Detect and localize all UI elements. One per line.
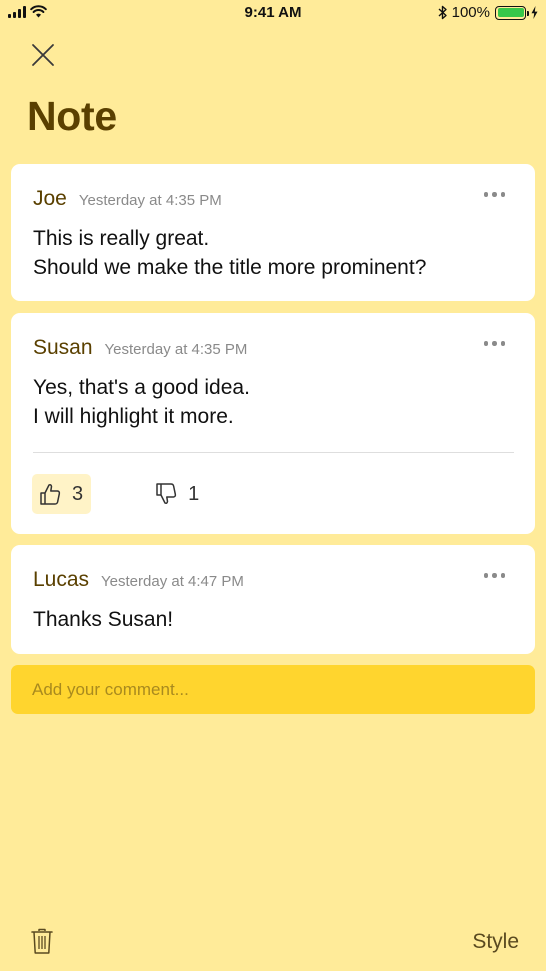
comment-body: Thanks Susan! [33, 605, 173, 634]
like-count: 3 [72, 482, 84, 505]
bluetooth-icon [438, 5, 447, 20]
comment-input[interactable] [32, 679, 514, 700]
page-title: Note [27, 93, 117, 139]
battery-fill [497, 8, 524, 17]
like-button[interactable]: 3 [32, 474, 92, 514]
status-bar: 9:41 AM 100% [0, 0, 546, 28]
dislike-count: 1 [188, 482, 200, 505]
comment-header: Susan Yesterday at 4:35 PM [33, 336, 247, 360]
comment-composer [11, 665, 535, 714]
thumbs-down-icon [156, 483, 177, 505]
comment-line: Yes, that's a good idea. [33, 376, 250, 399]
battery-icon [495, 5, 529, 20]
more-options-icon[interactable] [483, 341, 505, 346]
note-screen: 9:41 AM 100% Note Joe Yesterday at 4:35 … [0, 0, 546, 971]
comment-body: This is really great. Should we make the… [33, 224, 426, 282]
comment-line: I will highlight it more. [33, 405, 234, 428]
close-icon[interactable] [30, 42, 56, 68]
more-options-icon[interactable] [483, 192, 505, 197]
comment-timestamp: Yesterday at 4:47 PM [101, 573, 244, 590]
comment-body: Yes, that's a good idea. I will highligh… [33, 373, 250, 431]
battery-percent: 100% [451, 4, 490, 21]
comment-line: Thanks Susan! [33, 608, 174, 631]
comment-timestamp: Yesterday at 4:35 PM [78, 192, 222, 209]
comment-author: Susan [33, 336, 93, 359]
divider [33, 452, 514, 453]
charging-icon [531, 6, 538, 19]
more-options-icon[interactable] [483, 573, 505, 578]
dislike-button[interactable]: 1 [148, 474, 207, 514]
trash-icon[interactable] [31, 928, 53, 955]
battery-tip [527, 10, 529, 16]
comment-header: Joe Yesterday at 4:35 PM [33, 187, 222, 211]
comment-author: Joe [33, 187, 67, 210]
status-right: 100% [438, 4, 538, 21]
comment-line: Should we make the title more prominent? [33, 256, 427, 279]
comment-timestamp: Yesterday at 4:35 PM [104, 341, 248, 358]
comment-card: Joe Yesterday at 4:35 PM This is really … [11, 164, 535, 301]
reactions: 3 1 [32, 474, 207, 514]
style-button[interactable]: Style [472, 930, 519, 954]
comment-card: Susan Yesterday at 4:35 PM Yes, that's a… [11, 313, 535, 534]
thumbs-up-icon [40, 483, 61, 505]
comment-header: Lucas Yesterday at 4:47 PM [33, 568, 244, 592]
comment-line: This is really great. [33, 227, 210, 250]
comment-card: Lucas Yesterday at 4:47 PM Thanks Susan! [11, 545, 535, 654]
comment-author: Lucas [33, 568, 90, 591]
